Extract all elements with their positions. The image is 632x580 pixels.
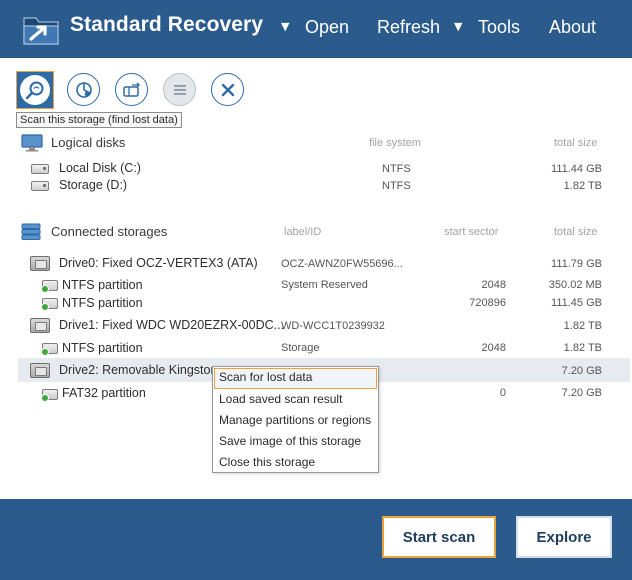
storage-name: Drive2: Removable Kingston [59, 363, 218, 377]
storage-size: 7.20 GB [561, 387, 602, 399]
storage-label: WD-WCC1T0239932 [281, 320, 385, 332]
menu-tools[interactable]: Tools [478, 17, 520, 38]
storage-size: 1.82 TB [563, 320, 602, 332]
storage-stack-icon [21, 223, 41, 240]
list-icon [173, 84, 186, 95]
col-total-size: total size [554, 137, 598, 149]
app-title: Standard Recovery [70, 13, 264, 36]
storage-size: 350.02 MB [548, 279, 602, 291]
menu-item-load-scan[interactable]: Load saved scan result [214, 389, 377, 410]
close-icon [221, 83, 234, 96]
tools-dropdown-icon[interactable]: ▼ [454, 20, 462, 33]
logical-disks-title: Logical disks [51, 135, 126, 150]
disk-size: 111.44 GB [551, 163, 602, 175]
disk-size: 1.82 TB [563, 180, 602, 192]
scan-storage-icon [25, 81, 44, 100]
partitions-icon [122, 82, 141, 97]
connected-storages-title: Connected storages [51, 224, 168, 239]
storage-size: 111.79 GB [551, 258, 602, 270]
drive-icon [30, 256, 50, 271]
storage-size: 111.45 GB [551, 297, 602, 309]
context-menu: Scan for lost data Load saved scan resul… [212, 366, 379, 473]
col-file-system: file system [369, 137, 421, 149]
footer-bar: Start scan Explore [0, 499, 632, 580]
storage-name: NTFS partition [62, 341, 143, 355]
close-storage-button[interactable] [211, 73, 244, 106]
menu-about[interactable]: About [549, 17, 596, 38]
partition-icon [41, 280, 58, 293]
menu-item-manage-partitions[interactable]: Manage partitions or regions [214, 410, 377, 431]
menu-item-save-image[interactable]: Save image of this storage [214, 431, 377, 452]
app-logo-icon [23, 17, 59, 45]
storage-name: FAT32 partition [62, 386, 146, 400]
col-total-size: total size [554, 226, 598, 238]
monitor-icon [21, 134, 43, 152]
menu-item-close-storage[interactable]: Close this storage [214, 452, 377, 473]
partition-icon [41, 343, 58, 356]
app-header: Standard Recovery ▼ Open Refresh ▼ Tools… [0, 0, 632, 58]
disk-name: Local Disk (C:) [59, 161, 141, 175]
disk-name: Storage (D:) [59, 178, 128, 192]
scan-storage-button[interactable] [16, 71, 54, 109]
storage-label: System Reserved [281, 279, 368, 291]
view-list-button[interactable] [163, 73, 196, 106]
storage-sector: 720896 [469, 297, 506, 309]
storage-size: 1.82 TB [563, 342, 602, 354]
drive-icon [30, 318, 50, 333]
menu-item-scan-lost-data[interactable]: Scan for lost data [214, 368, 377, 389]
disk-icon [31, 181, 49, 191]
disk-icon [31, 164, 49, 174]
disk-fs: NTFS [382, 163, 411, 175]
storage-label: OCZ-AWNZ0FW55696... [281, 258, 403, 270]
manage-partitions-button[interactable] [115, 73, 148, 106]
disk-fs: NTFS [382, 180, 411, 192]
open-dropdown-icon[interactable]: ▼ [281, 20, 289, 33]
col-label-id: label/ID [284, 226, 322, 238]
toolbar-tooltip: Scan this storage (find lost data) [16, 112, 182, 128]
partition-icon [41, 298, 58, 311]
storage-name: NTFS partition [62, 278, 143, 292]
menu-refresh[interactable]: Refresh [377, 17, 440, 38]
drive-icon [30, 363, 50, 378]
storage-size: 7.20 GB [561, 365, 602, 377]
file-types-button[interactable] [67, 73, 100, 106]
explore-button[interactable]: Explore [516, 516, 612, 558]
menu-open[interactable]: Open [305, 17, 349, 38]
storage-name: Drive1: Fixed WDC WD20EZRX-00DC... [59, 318, 285, 332]
pie-chart-icon [75, 81, 92, 98]
partition-icon [41, 389, 58, 402]
storage-sector: 2048 [481, 342, 506, 354]
storage-name: NTFS partition [62, 296, 143, 310]
storage-name: Drive0: Fixed OCZ-VERTEX3 (ATA) [59, 256, 258, 270]
storage-sector: 0 [499, 387, 506, 399]
storage-label: Storage [281, 342, 320, 354]
col-start-sector: start sector [444, 226, 499, 238]
start-scan-button[interactable]: Start scan [382, 516, 496, 558]
storage-sector: 2048 [481, 279, 506, 291]
